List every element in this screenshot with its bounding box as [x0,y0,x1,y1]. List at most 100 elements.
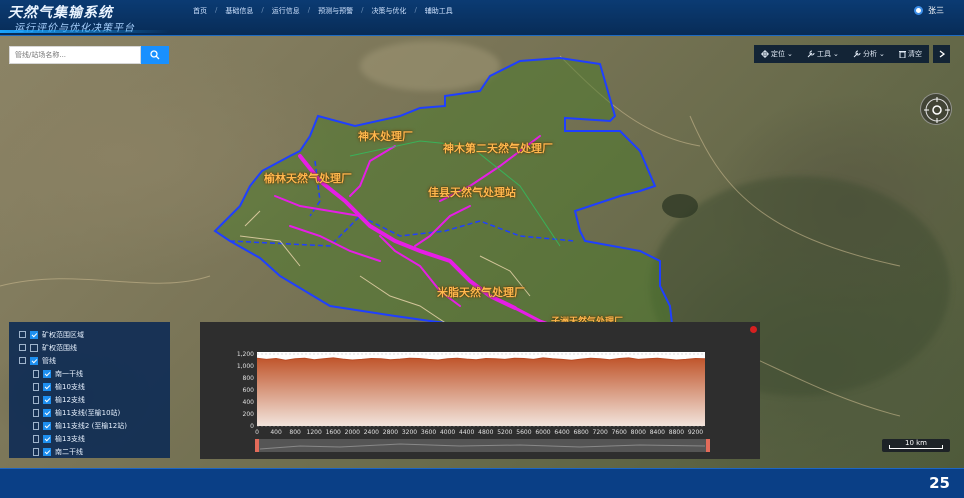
close-icon[interactable] [750,326,757,333]
layer-item-yu13-branch[interactable]: 榆13支线 [33,432,85,445]
layer-item-yu12-branch[interactable]: 榆12支线 [33,393,85,406]
nav-operation-info[interactable]: 运行信息 [267,6,305,16]
x-tick-label: 5200 [497,429,512,436]
tools-button[interactable]: 工具 ⌄ [807,49,839,59]
layer-checkbox[interactable] [43,382,51,391]
wrench-icon [807,50,815,58]
range-slider-right-handle[interactable] [706,439,710,452]
tree-expander-icon[interactable] [19,344,26,351]
layer-checkbox[interactable] [43,395,51,404]
chevron-down-icon: ⌄ [787,50,793,58]
layer-label: 矿权范围区域 [42,330,84,339]
layer-panel[interactable]: 矿权范围区域 矿权范围线 管线 南一干线 榆10支线 榆12支线 榆11支线(至… [9,322,170,458]
x-tick-label: 6800 [573,429,588,436]
range-slider-left-handle[interactable] [255,439,259,452]
x-tick-label: 2400 [364,429,379,436]
compass-navigation[interactable] [920,93,952,125]
layer-label: 管线 [42,356,56,365]
layer-item-yu11-branch-2[interactable]: 榆11支线2 (至榆12站) [33,419,127,432]
page-number: 25 [929,474,950,492]
layer-checkbox[interactable] [43,408,51,417]
locate-button[interactable]: 定位 ⌄ [761,49,793,59]
file-icon [33,369,39,378]
x-tick-label: 4000 [440,429,455,436]
x-tick-label: 1200 [307,429,322,436]
search-input[interactable] [9,46,141,64]
crosshair-icon [761,50,770,58]
toolbar-toggle-button[interactable] [933,45,950,63]
nav-separator: / [361,6,364,14]
y-tick-label: 1,200 [237,351,254,358]
scale-bar: 10 km [882,439,950,452]
layer-item-yu10-branch[interactable]: 榆10支线 [33,380,85,393]
y-tick-label: 200 [243,411,255,418]
page-footer: 25 [0,468,964,498]
nav-home[interactable]: 首页 [188,6,212,16]
x-tick-label: 9200 [688,429,703,436]
x-tick-label: 8000 [631,429,646,436]
y-tick-label: 800 [243,375,255,382]
layer-checkbox[interactable] [30,330,38,339]
layer-checkbox[interactable] [30,343,38,352]
x-tick-label: 6400 [554,429,569,436]
plant-label-shenmu-second[interactable]: 神木第二天然气处理厂 [443,140,553,156]
nav-separator: / [261,6,264,14]
layer-item-nanyi-trunk[interactable]: 南一干线 [33,367,83,380]
map-toolbar: 定位 ⌄ 工具 ⌄ 分析 ⌄ 清空 [754,45,929,63]
nav-decision-optimization[interactable]: 决策与优化 [366,6,411,16]
plant-label-jiaxian[interactable]: 佳县天然气处理站 [428,184,516,200]
layer-item-naner-trunk[interactable]: 南二干线 [33,445,83,458]
x-tick-label: 8800 [669,429,684,436]
plant-label-yulin[interactable]: 榆林天然气处理厂 [264,170,352,186]
layer-checkbox[interactable] [43,369,51,378]
user-name: 张三 [928,6,944,15]
x-tick-label: 6000 [535,429,550,436]
layer-label: 榆10支线 [55,382,85,391]
layer-checkbox[interactable] [43,434,51,443]
plant-label-shenmu[interactable]: 神木处理厂 [358,128,413,144]
nav-basic-info[interactable]: 基础信息 [220,6,258,16]
elevation-profile-panel: 0 200 400 600 800 1,000 1,200 0 400 800 1200 1600 2… [200,322,760,459]
app-header: 天然气集输系统 运行评价与优化决策平台 首页 / 基础信息 / 运行信息 / 预… [0,0,964,36]
trash-icon [898,51,906,58]
layer-item-yu11-branch[interactable]: 榆11支线(至榆10站) [33,406,120,419]
layer-checkbox[interactable] [43,447,51,456]
user-avatar-icon [914,6,923,15]
chevron-down-icon: ⌄ [833,50,839,58]
x-tick-label: 2800 [383,429,398,436]
nav-auxiliary-tools[interactable]: 辅助工具 [420,6,458,16]
tree-expander-icon[interactable] [19,331,26,338]
user-menu[interactable]: 张三 [914,5,944,16]
main-nav: 首页 / 基础信息 / 运行信息 / 预测与预警 / 决策与优化 / 辅助工具 [188,6,458,16]
layer-label: 南一干线 [55,369,83,378]
layer-item-mining-area[interactable]: 矿权范围区域 [19,328,84,341]
file-icon [33,421,39,430]
nav-forecast-warning[interactable]: 预测与预警 [313,6,358,16]
x-tick-label: 3600 [421,429,436,436]
search-button[interactable] [141,46,169,64]
y-tick-label: 400 [243,399,255,406]
x-tick-label: 0 [255,429,259,436]
layer-checkbox[interactable] [30,356,38,365]
x-tick-label: 5600 [516,429,531,436]
x-tick-label: 400 [270,429,282,436]
analysis-button[interactable]: 分析 ⌄ [853,49,885,59]
nav-separator: / [414,6,417,14]
wrench-icon [853,50,861,58]
tree-expander-icon[interactable] [19,357,26,364]
layer-item-pipelines[interactable]: 管线 [19,354,56,367]
clear-button[interactable]: 清空 [898,49,922,59]
chevron-down-icon: ⌄ [878,50,885,58]
x-tick-label: 4400 [459,429,474,436]
x-tick-label: 4800 [478,429,493,436]
layer-item-mining-boundary[interactable]: 矿权范围线 [19,341,77,354]
compass-icon [924,97,950,123]
layer-label: 榆11支线(至榆10站) [55,408,121,417]
layer-checkbox[interactable] [43,421,51,430]
clear-label: 清空 [907,50,922,58]
search-icon [150,50,160,60]
x-tick-label: 7200 [593,429,608,436]
plant-label-mizhi[interactable]: 米脂天然气处理厂 [437,284,525,300]
x-tick-label: 3200 [402,429,417,436]
x-tick-label: 8400 [650,429,665,436]
